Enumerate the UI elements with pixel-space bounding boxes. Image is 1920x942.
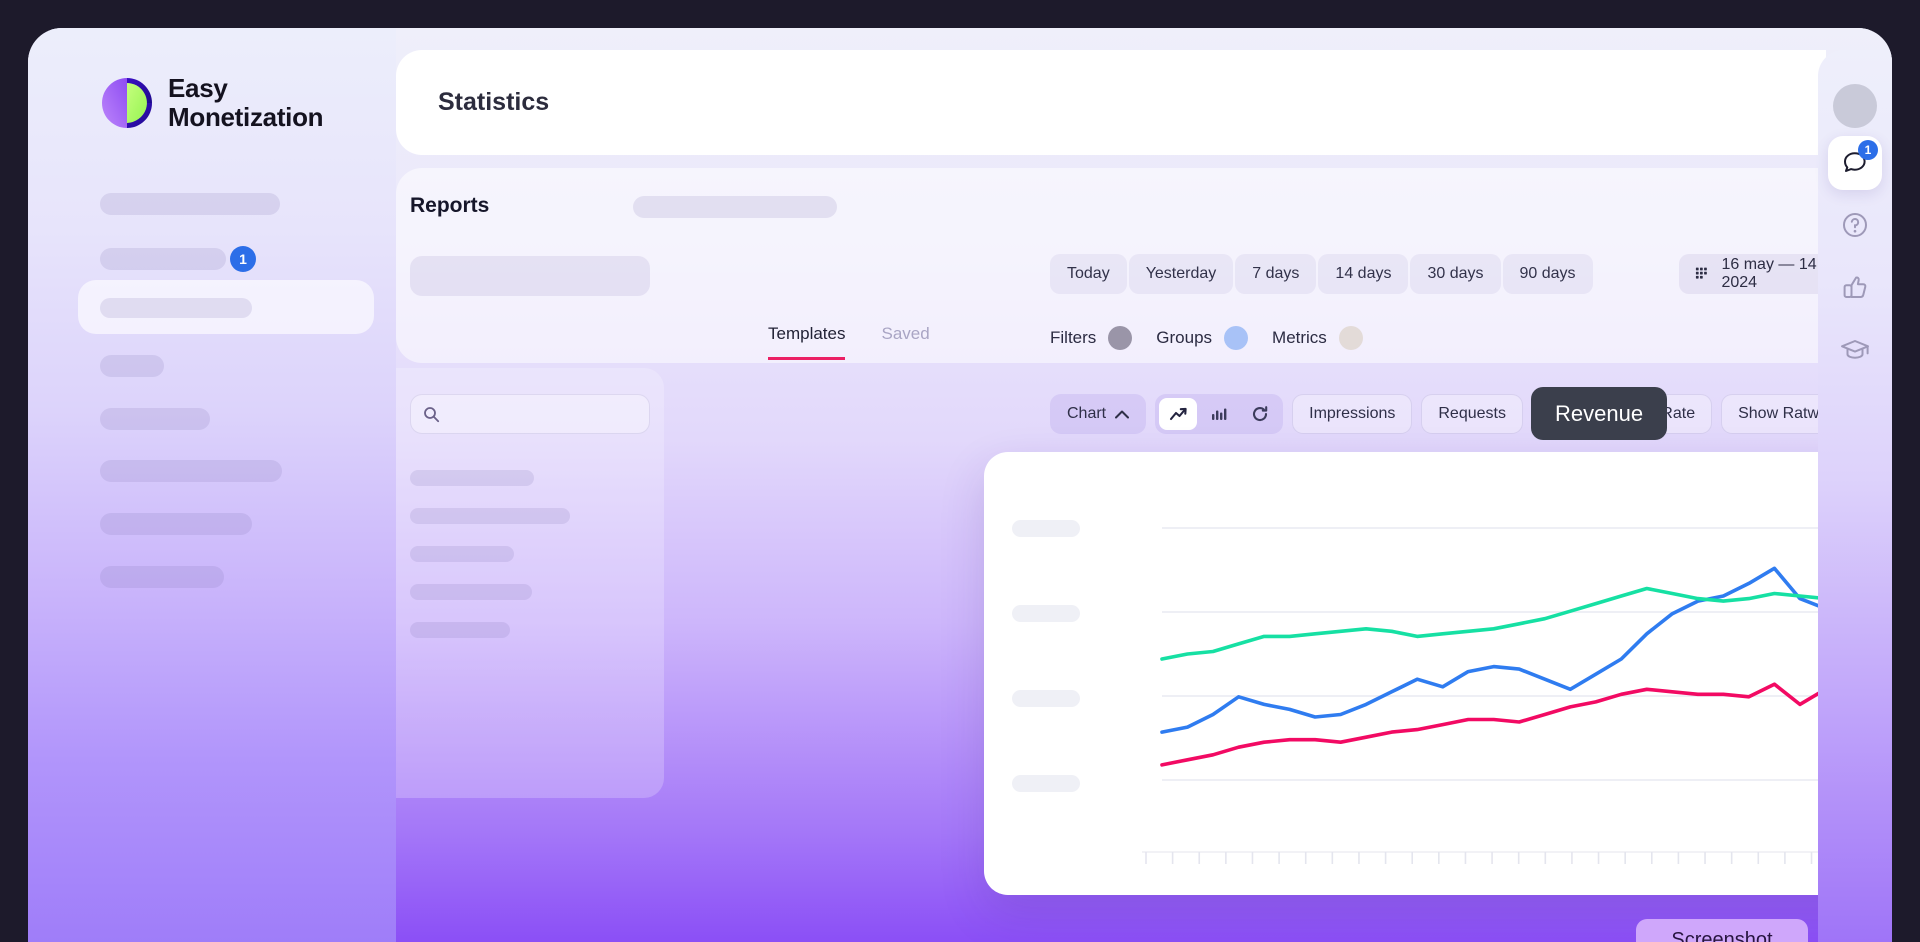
chat-badge: 1 xyxy=(1858,140,1878,160)
chevron-up-icon xyxy=(1115,410,1130,418)
academy-button[interactable] xyxy=(1828,322,1882,376)
sidebar-skeleton-item[interactable] xyxy=(100,193,280,215)
sidebar-skeleton-item[interactable] xyxy=(100,513,252,535)
line-chart-icon[interactable] xyxy=(1159,398,1198,430)
template-item-skeleton[interactable] xyxy=(410,584,532,600)
calendar-grid-icon xyxy=(1695,267,1707,279)
brand-name: Easy Monetization xyxy=(168,73,324,133)
date-preset-today[interactable]: Today xyxy=(1050,254,1127,294)
bar-chart-icon[interactable] xyxy=(1200,398,1238,430)
reports-skeleton-field xyxy=(633,196,837,218)
thumbs-up-icon xyxy=(1843,276,1867,298)
donut-chart-icon[interactable] xyxy=(1241,398,1279,430)
chat-button[interactable]: 1 xyxy=(1828,136,1882,190)
right-icon-rail: 1 xyxy=(1818,50,1892,942)
line-chart-plot xyxy=(1142,527,1892,864)
search-box[interactable] xyxy=(410,394,650,434)
date-preset-group: Today Yesterday 7 days 14 days 30 days 9… xyxy=(1050,254,1593,294)
metrics-label[interactable]: Metrics xyxy=(1272,328,1327,348)
page-title: Statistics xyxy=(438,88,550,116)
left-sidebar: Easy Monetization 1 xyxy=(28,28,396,942)
question-circle-icon xyxy=(1843,213,1867,237)
brand-logo[interactable]: Easy Monetization xyxy=(100,73,324,133)
date-preset-14-days[interactable]: 14 days xyxy=(1318,254,1409,294)
groups-label[interactable]: Groups xyxy=(1156,328,1212,348)
feedback-button[interactable] xyxy=(1828,260,1882,314)
date-preset-7-days[interactable]: 7 days xyxy=(1235,254,1317,294)
app-window: Easy Monetization 1 Statistics Reports T… xyxy=(28,28,1892,942)
chart-select-label: Chart xyxy=(1067,405,1107,422)
chart-type-select[interactable]: Chart xyxy=(1050,394,1147,434)
series-line-advertising-network-1 xyxy=(1160,566,1892,734)
avatar[interactable] xyxy=(1833,84,1877,128)
tab-templates[interactable]: Templates xyxy=(768,324,846,360)
metrics-dot[interactable] xyxy=(1338,326,1363,350)
tab-saved[interactable]: Saved xyxy=(881,324,929,360)
template-item-skeleton[interactable] xyxy=(410,508,570,524)
sidebar-skeleton-item[interactable] xyxy=(100,355,164,377)
brand-line-2: Monetization xyxy=(168,102,324,133)
metric-impressions[interactable]: Impressions xyxy=(1292,394,1413,434)
date-preset-90-days[interactable]: 90 days xyxy=(1502,254,1593,294)
chart-toolbar: Chart Impressions Requests Rate Show Rat… xyxy=(1050,394,1837,434)
sidebar-skeleton-item[interactable] xyxy=(100,566,224,588)
metric-requests[interactable]: Requests xyxy=(1421,394,1523,434)
template-item-skeleton[interactable] xyxy=(410,546,514,562)
sidebar-skeleton-item[interactable] xyxy=(100,248,226,270)
series-line-advertising-network-3 xyxy=(1160,663,1892,767)
series-line-advertising-network-2 xyxy=(1160,586,1892,661)
chart-card xyxy=(984,452,1892,895)
chart-x-axis-ticks xyxy=(1142,851,1892,864)
search-icon xyxy=(424,406,440,422)
reports-title: Reports xyxy=(410,194,490,217)
date-preset-yesterday[interactable]: Yesterday xyxy=(1128,254,1234,294)
date-preset-30-days[interactable]: 30 days xyxy=(1410,254,1501,294)
brand-line-1: Easy xyxy=(168,73,228,103)
reports-input-skeleton[interactable] xyxy=(410,256,650,296)
main-content: Statistics Reports Today Yesterday 7 day… xyxy=(396,28,1892,942)
sidebar-skeleton-item[interactable] xyxy=(100,460,282,482)
sidebar-skeleton-item[interactable] xyxy=(100,408,210,430)
search-input[interactable] xyxy=(449,405,629,423)
template-item-skeleton[interactable] xyxy=(410,622,510,638)
sidebar-skeleton-item-active-label xyxy=(100,298,252,318)
graduation-cap-icon xyxy=(1841,340,1869,359)
filters-label[interactable]: Filters xyxy=(1050,328,1096,348)
groups-dot[interactable] xyxy=(1224,326,1249,350)
screenshot-button[interactable]: Screenshot xyxy=(1636,919,1808,942)
template-item-skeleton[interactable] xyxy=(410,470,534,486)
chart-type-toggle-group xyxy=(1155,394,1284,434)
template-list-panel xyxy=(396,368,664,798)
filters-dot[interactable] xyxy=(1108,326,1133,350)
metric-revenue-highlighted[interactable]: Revenue xyxy=(1531,387,1668,440)
filters-row: Filters Groups Metrics xyxy=(1050,326,1375,350)
report-tabs: Templates Saved xyxy=(768,324,930,360)
pie-logo-icon xyxy=(102,78,152,129)
sidebar-badge: 1 xyxy=(230,246,256,272)
top-bar: Statistics xyxy=(396,50,1826,155)
help-button[interactable] xyxy=(1828,198,1882,252)
chart-series-lines xyxy=(1160,566,1892,767)
